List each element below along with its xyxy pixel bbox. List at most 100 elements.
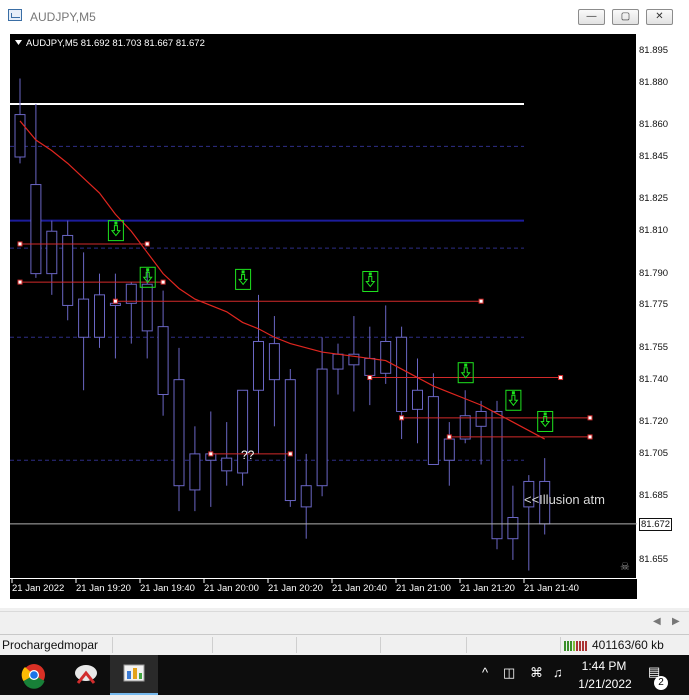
time-tick-label: 21 Jan 20:00: [204, 583, 259, 594]
price-tick-label: 81.672: [639, 517, 673, 531]
taskbar-snipping-button[interactable]: [62, 655, 110, 695]
time-tick-label: 21 Jan 20:40: [332, 583, 387, 594]
time-tick-label: 21 Jan 21:20: [460, 583, 515, 594]
candle-body: [62, 234, 74, 306]
candle-body: [443, 438, 455, 461]
level-endpoint: [287, 451, 293, 457]
price-chart[interactable]: ☠ AUDJPY,M5 81.692 81.703 81.667 81.672 …: [10, 34, 637, 599]
level-endpoint: [17, 279, 23, 285]
maximize-icon: ▢: [620, 11, 631, 22]
candle-body: [491, 410, 503, 540]
maximize-button[interactable]: ▢: [612, 9, 639, 25]
candle-body: [459, 415, 471, 440]
volume-icon[interactable]: ♫: [553, 665, 563, 680]
candle-body: [46, 230, 58, 275]
connection-status-icon: [564, 639, 588, 651]
tray-chevron-icon[interactable]: ^: [482, 665, 488, 680]
candle-body: [221, 457, 233, 472]
price-tick-label: 81.825: [639, 193, 669, 205]
status-divider: [212, 637, 213, 653]
status-divider: [560, 637, 561, 653]
candle-body: [125, 283, 137, 304]
arrow-marker-dot: [464, 363, 468, 367]
level-endpoint: [160, 279, 166, 285]
notification-count: 2: [654, 676, 668, 690]
candle-body: [412, 389, 423, 410]
level-endpoint: [112, 298, 118, 304]
candle-body: [380, 340, 392, 374]
candle-body: [316, 368, 328, 487]
symbol-header: AUDJPY,M5 81.692 81.703 81.667 81.672: [26, 38, 205, 49]
price-tick-label: 81.880: [639, 76, 669, 88]
arrow-marker-dot: [114, 221, 118, 225]
chrome-icon: [21, 664, 45, 689]
arrow-marker-dot: [511, 391, 515, 395]
battery-icon[interactable]: ◫: [503, 665, 515, 681]
taskbar-chrome-button[interactable]: [10, 655, 58, 695]
chart-trash-icon: ☠: [620, 561, 630, 573]
candle-body: [396, 336, 408, 412]
time-tick-label: 21 Jan 20:20: [268, 583, 323, 594]
clock-date[interactable]: 1/21/2022: [576, 677, 634, 691]
status-traffic: 401163/60 kb: [592, 638, 664, 652]
illusion-annotation: <<Illusion atm: [524, 492, 605, 507]
candle-body: [284, 379, 296, 502]
time-tick-label: 21 Jan 19:20: [76, 583, 131, 594]
minimize-button[interactable]: —: [578, 9, 605, 25]
clock-time[interactable]: 1:44 PM: [578, 659, 630, 673]
price-tick-label: 81.755: [639, 341, 669, 353]
window-title: AUDJPY,M5: [30, 10, 96, 24]
candle-body: [141, 283, 153, 332]
minimize-icon: —: [586, 11, 597, 22]
candle-body: [300, 485, 312, 508]
wifi-icon[interactable]: ⌘: [530, 665, 543, 681]
level-endpoint: [208, 451, 214, 457]
close-button[interactable]: ✕: [646, 9, 673, 25]
level-endpoint: [587, 415, 593, 421]
level-endpoint: [558, 375, 564, 381]
candle-body: [332, 353, 344, 370]
candle-body: [364, 357, 376, 376]
candle-body: [268, 343, 280, 381]
price-tick-label: 81.860: [639, 119, 669, 131]
arrow-marker-dot: [146, 268, 150, 272]
level-endpoint: [367, 375, 373, 381]
snipping-tool-icon: [75, 665, 97, 684]
candle-body: [189, 453, 201, 491]
time-tick-label: 21 Jan 19:40: [140, 583, 195, 594]
price-tick-label: 81.845: [639, 150, 669, 162]
candle-body: [475, 410, 487, 427]
status-divider: [466, 637, 467, 653]
arrow-marker-dot: [368, 272, 372, 276]
status-profile: Prochargedmopar: [2, 638, 99, 652]
price-tick-label: 81.790: [639, 267, 669, 279]
scroll-left-icon[interactable]: ◀: [653, 616, 661, 627]
level-endpoint: [446, 434, 452, 440]
status-divider: [380, 637, 381, 653]
taskbar: ^ ◫ ⌘ ♫ 1:44 PM 1/21/2022 ▤ 2: [0, 655, 689, 695]
price-tick-label: 81.740: [639, 373, 669, 385]
price-tick-label: 81.775: [639, 299, 669, 311]
time-tick-label: 21 Jan 21:40: [524, 583, 579, 594]
price-tick-label: 81.685: [639, 490, 669, 502]
taskbar-metatrader-button[interactable]: [110, 655, 158, 695]
level-endpoint: [17, 241, 23, 247]
candle-body: [253, 340, 264, 391]
price-tick-label: 81.705: [639, 447, 669, 459]
candle-body: [157, 326, 169, 396]
level-endpoint: [587, 434, 593, 440]
candle-body: [94, 294, 105, 338]
candle-body: [78, 298, 90, 338]
arrow-marker-dot: [241, 270, 245, 274]
level-endpoint: [144, 241, 150, 247]
chart-horizontal-scrollbar[interactable]: ◀ ▶: [0, 611, 689, 634]
level-endpoint: [478, 298, 484, 304]
status-divider: [112, 637, 113, 653]
price-tick-label: 81.810: [639, 225, 669, 237]
arrow-marker-dot: [543, 412, 547, 416]
candle-body: [30, 184, 42, 275]
price-tick-label: 81.655: [639, 553, 669, 565]
scroll-right-icon[interactable]: ▶: [672, 616, 680, 627]
candle-body: [173, 379, 185, 487]
chart-window-icon: [8, 9, 22, 21]
